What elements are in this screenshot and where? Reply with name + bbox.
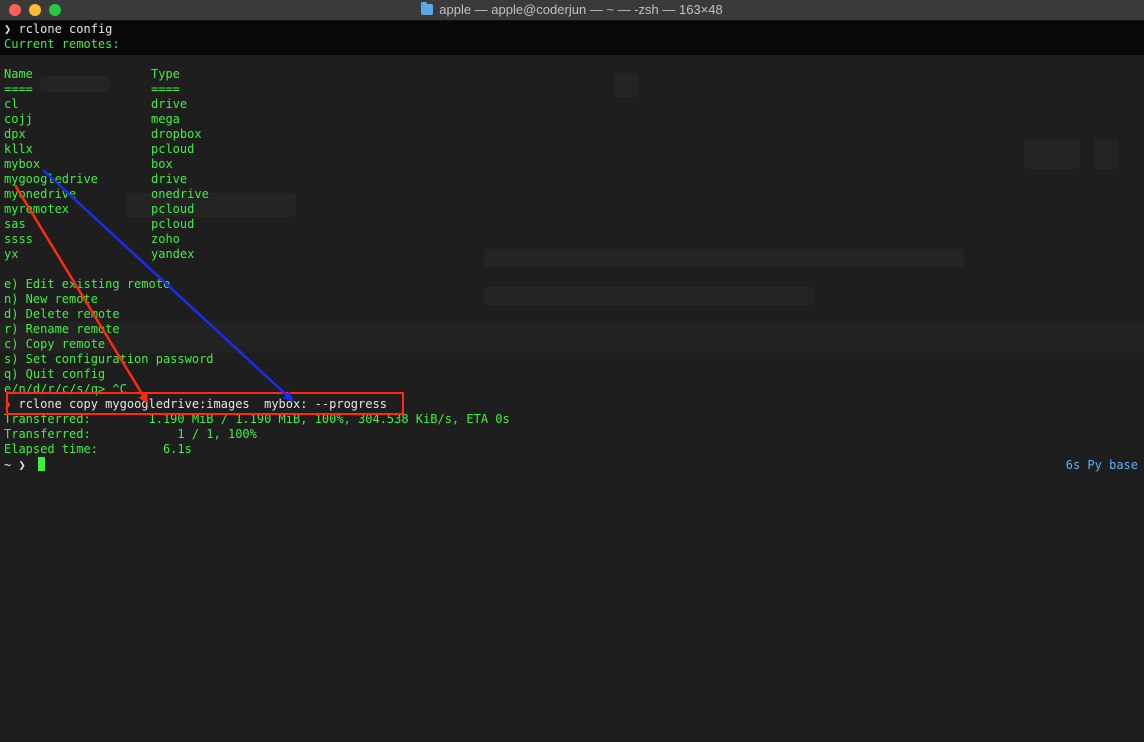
remote-name-cell: cojj — [4, 112, 33, 126]
title-bar: apple — apple@coderjun — ~ — -zsh — 163×… — [0, 0, 1144, 21]
terminal-line: kllx pcloud — [4, 142, 194, 157]
terminal-line: cojj mega — [4, 112, 180, 127]
output-text: Transferred: 1 / 1, 100% — [4, 427, 257, 441]
terminal-line: r) Rename remote — [4, 322, 120, 337]
remote-type-cell: drive — [151, 172, 188, 186]
prompt-symbol: ❯ — [4, 22, 12, 36]
remote-type-cell: box — [151, 157, 173, 171]
remote-name-cell: kllx — [4, 142, 33, 156]
terminal-line: sas pcloud — [4, 217, 194, 232]
remote-name-cell: dpx — [4, 127, 26, 141]
terminal-line: n) New remote — [4, 292, 98, 307]
terminal-line: d) Delete remote — [4, 307, 120, 322]
terminal-line: dpx dropbox — [4, 127, 202, 142]
terminal-line: myonedrive onedrive — [4, 187, 209, 202]
terminal-line: Elapsed time: 6.1s — [4, 442, 192, 457]
remote-type-cell: yandex — [151, 247, 195, 261]
remote-type-cell: onedrive — [151, 187, 209, 201]
remote-type-cell: dropbox — [151, 127, 202, 141]
remote-name-cell: myremotex — [4, 202, 70, 216]
background-ghost — [40, 76, 110, 92]
remote-name-cell: yx — [4, 247, 19, 261]
remote-name-cell: ssss — [4, 232, 33, 246]
output-text: s) Set configuration password — [4, 352, 214, 366]
terminal-line: ssss zoho — [4, 232, 180, 247]
terminal-line: Name Type — [4, 67, 180, 82]
terminal-line: e) Edit existing remote — [4, 277, 170, 292]
background-ghost — [484, 287, 814, 305]
terminal-line: ❯ rclone config — [4, 22, 112, 37]
remote-type-cell: Type — [151, 67, 180, 81]
remote-name-cell: sas — [4, 217, 26, 231]
remote-type-cell: ==== — [151, 82, 180, 96]
output-text: Elapsed time: 6.1s — [4, 442, 192, 456]
terminal-line: c) Copy remote — [4, 337, 105, 352]
remote-name-cell: ==== — [4, 82, 33, 96]
output-text: r) Rename remote — [4, 322, 120, 336]
remote-name-cell: myonedrive — [4, 187, 77, 201]
terminal-line: yx yandex — [4, 247, 194, 262]
terminal-line: myremotex pcloud — [4, 202, 194, 217]
background-ghost — [1024, 139, 1080, 169]
output-text: c) Copy remote — [4, 337, 106, 351]
remote-name-cell: mygoogledrive — [4, 172, 98, 186]
remote-type-cell: mega — [151, 112, 180, 126]
remote-type-cell: pcloud — [151, 142, 195, 156]
terminal-line: ==== ==== — [4, 82, 180, 97]
folder-icon — [421, 2, 434, 15]
command-text: rclone config — [18, 22, 113, 36]
window-title-container: apple — apple@coderjun — ~ — -zsh — 163×… — [0, 0, 1144, 20]
remote-name-cell: mybox — [4, 157, 41, 171]
terminal-line: cl drive — [4, 97, 187, 112]
background-ghost — [614, 73, 638, 97]
output-text: Current remotes: — [4, 37, 120, 51]
prompt-symbol: ~ ❯ — [4, 458, 26, 472]
output-text: n) New remote — [4, 292, 98, 306]
window-title: apple — apple@coderjun — ~ — -zsh — 163×… — [439, 2, 723, 17]
background-ghost — [484, 249, 964, 267]
terminal-line: Current remotes: — [4, 37, 120, 52]
output-text: e) Edit existing remote — [4, 277, 171, 291]
terminal-line: Transferred: 1 / 1, 100% — [4, 427, 257, 442]
terminal-line: mybox box — [4, 157, 173, 172]
remote-type-cell: pcloud — [151, 217, 195, 231]
terminal-scrollback-band — [0, 21, 1144, 55]
terminal-line: s) Set configuration password — [4, 352, 214, 367]
output-text: d) Delete remote — [4, 307, 120, 321]
remote-name-cell: Name — [4, 67, 33, 81]
remote-type-cell: drive — [151, 97, 188, 111]
background-ghost — [0, 321, 1144, 353]
terminal-line: ~ ❯ — [4, 457, 45, 472]
right-prompt: 6s Py base — [1065, 458, 1138, 472]
terminal-line: mygoogledrive drive — [4, 172, 187, 187]
highlight-annotation-box — [6, 392, 404, 415]
remote-name-cell: cl — [4, 97, 19, 111]
background-ghost — [1094, 139, 1118, 169]
terminal-line: q) Quit config — [4, 367, 105, 382]
text-cursor[interactable] — [37, 457, 45, 471]
remote-type-cell: zoho — [151, 232, 180, 246]
output-text: q) Quit config — [4, 367, 106, 381]
remote-type-cell: pcloud — [151, 202, 195, 216]
